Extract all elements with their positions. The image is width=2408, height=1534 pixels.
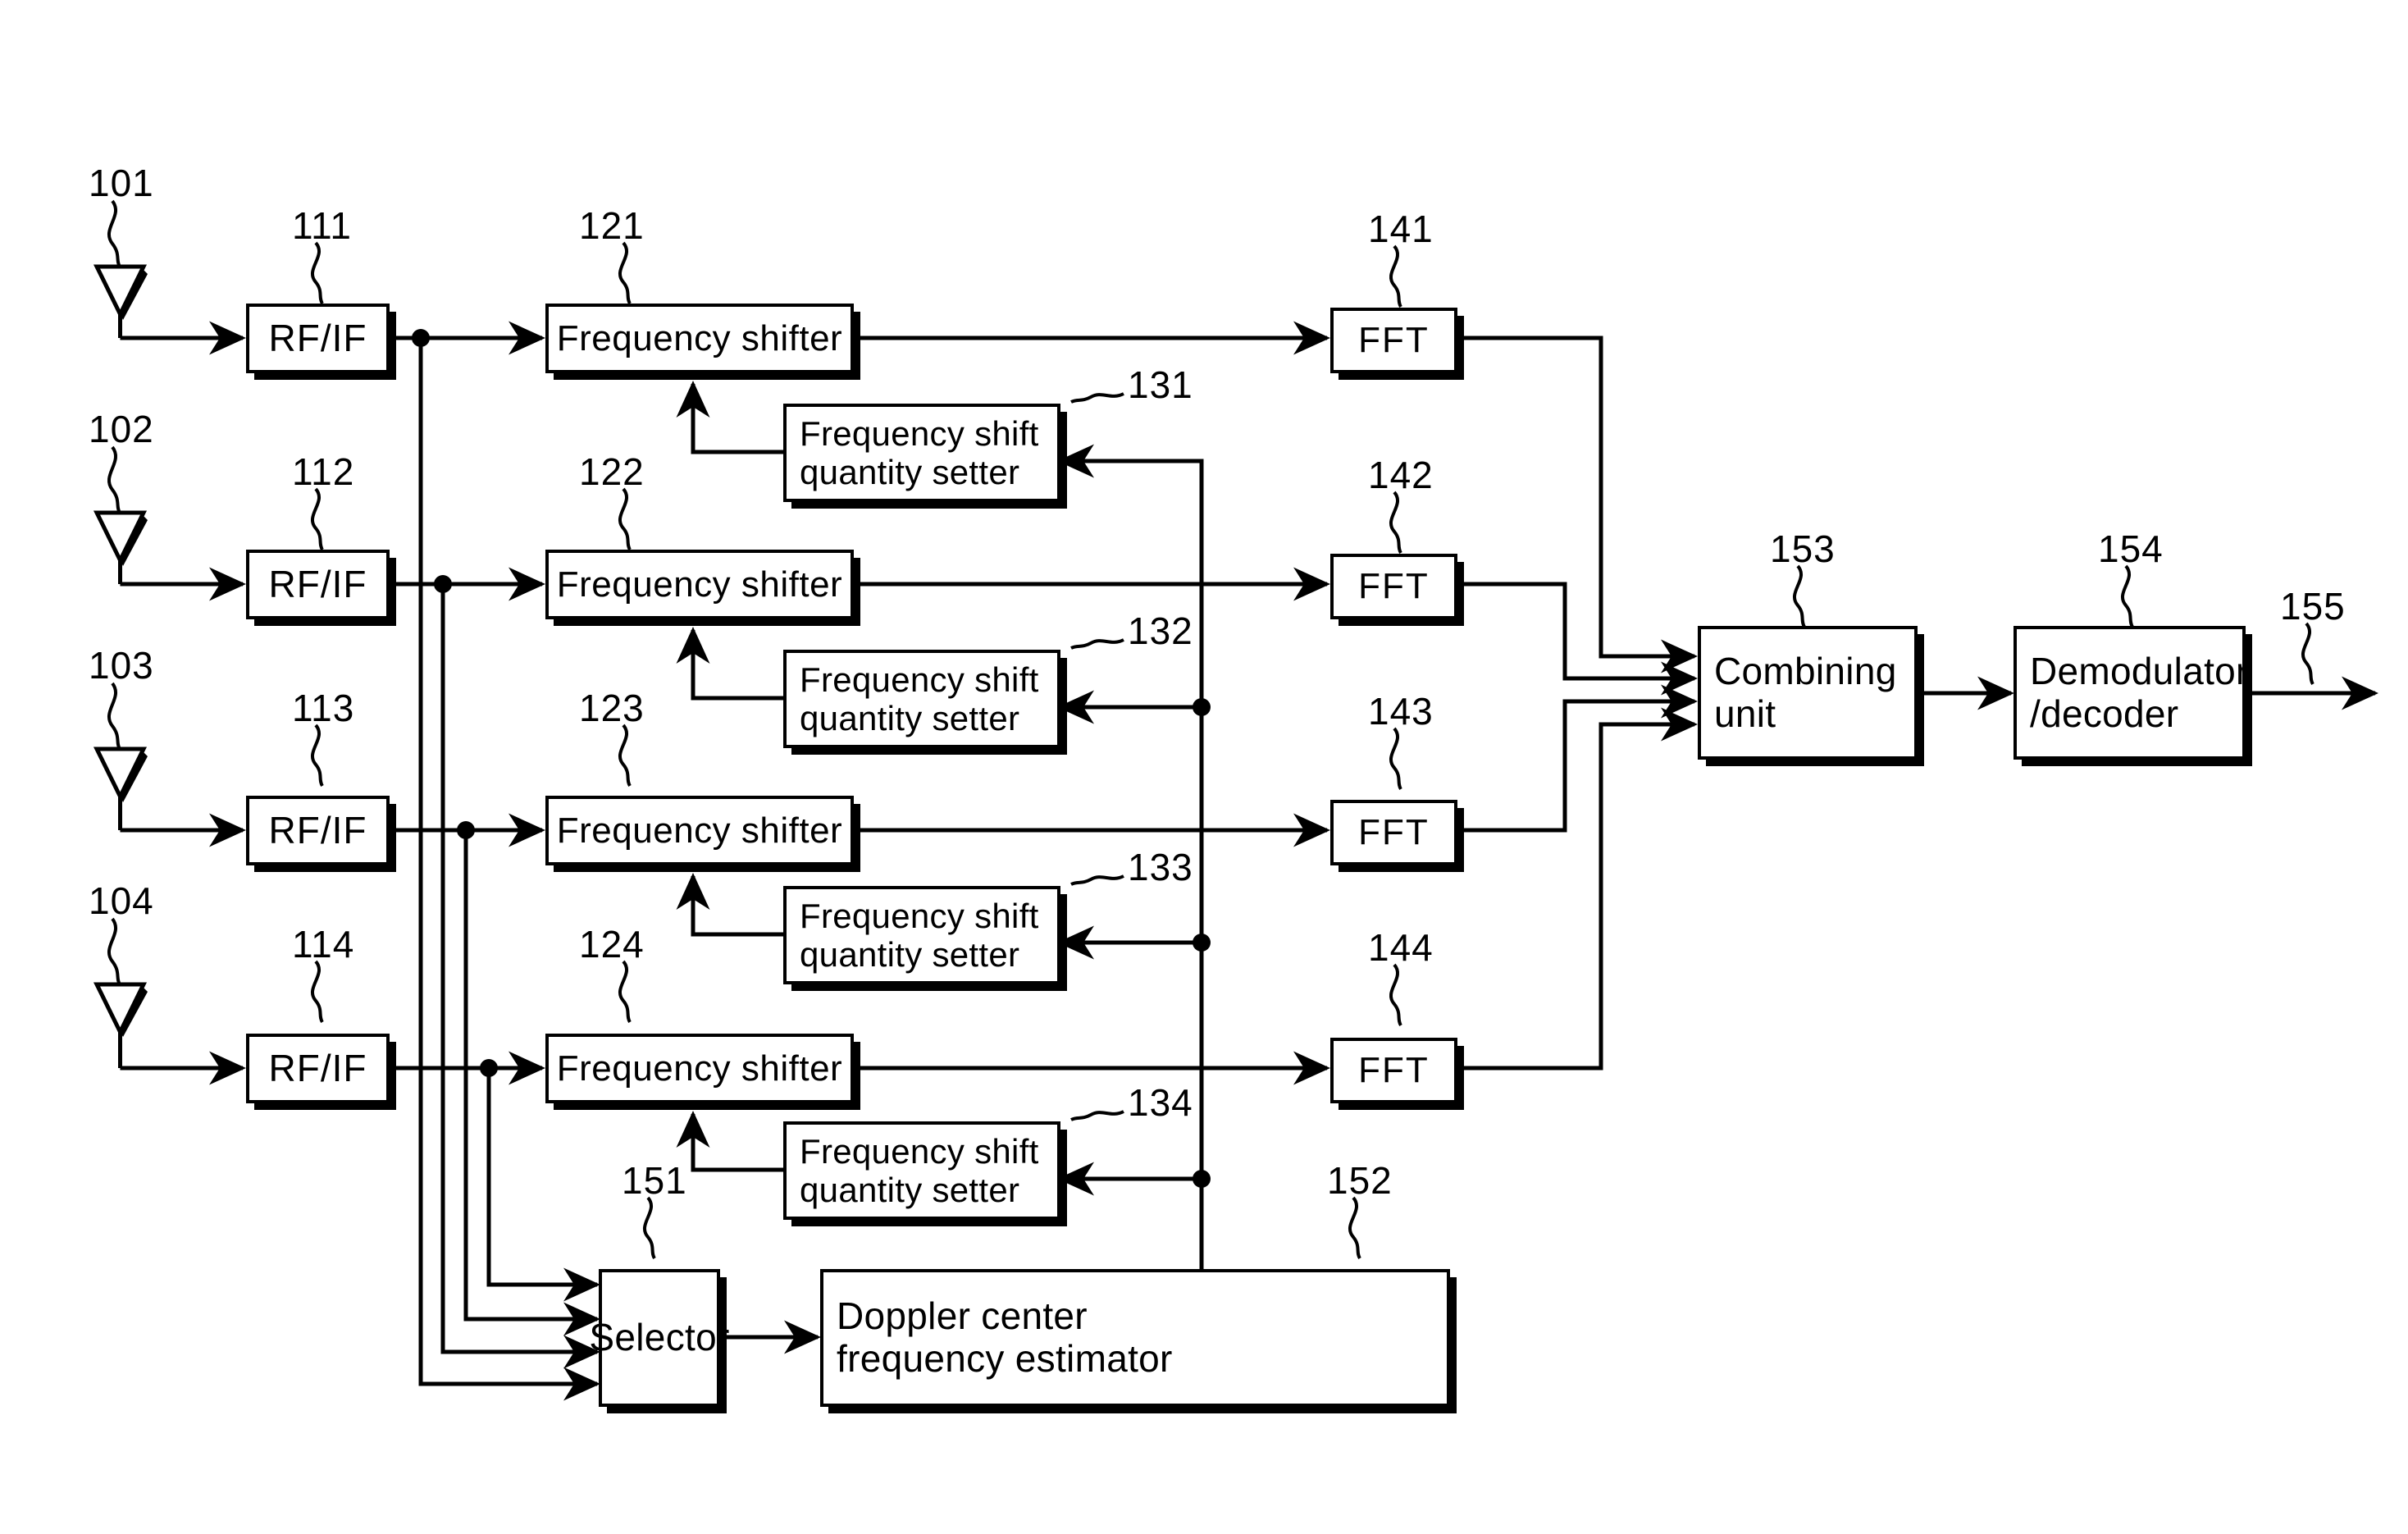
- ref-151: 151: [622, 1159, 687, 1202]
- rfif-label-111: RF/IF: [268, 316, 367, 359]
- frequency-shift-quantity-setter-134[interactable]: Frequency shift quantity setter: [783, 1121, 1060, 1220]
- fft-label-142: FFT: [1358, 566, 1430, 607]
- junction-dot-114: [480, 1059, 498, 1077]
- selector-label: Selector: [589, 1316, 730, 1359]
- reference-leader-lines: [107, 199, 2315, 1260]
- antenna-symbol-104: [93, 982, 148, 1068]
- fft-block-142[interactable]: FFT: [1330, 554, 1457, 619]
- wire-fft142-combiner: [1458, 582, 1699, 696]
- ref-122: 122: [579, 450, 645, 493]
- junction-dot-bus-132: [1193, 698, 1211, 716]
- ref-144: 144: [1368, 926, 1434, 969]
- ref-131: 131: [1128, 363, 1193, 406]
- doppler-center-frequency-estimator-152[interactable]: Doppler center frequency estimator: [820, 1269, 1450, 1407]
- rfif-label-114: RF/IF: [268, 1046, 367, 1089]
- figure-canvas: 101 102 103 104 111 112 113 114 121 122 …: [0, 0, 2408, 1534]
- ref-114: 114: [292, 923, 355, 966]
- ref-133: 133: [1128, 846, 1193, 888]
- frequency-shifter-label-124: Frequency shifter: [556, 1048, 843, 1089]
- fft-label-141: FFT: [1358, 320, 1430, 361]
- frequency-shifter-124[interactable]: Frequency shifter: [545, 1034, 854, 1103]
- ref-155: 155: [2280, 585, 2346, 628]
- ref-111: 111: [292, 204, 352, 247]
- setter-label-133: Frequency shift quantity setter: [800, 896, 1039, 974]
- rfif-label-112: RF/IF: [268, 562, 367, 605]
- ref-154: 154: [2098, 527, 2164, 570]
- antenna-symbol-103: [93, 746, 148, 830]
- rfif-block-111[interactable]: RF/IF: [246, 304, 390, 373]
- frequency-shift-quantity-setter-132[interactable]: Frequency shift quantity setter: [783, 650, 1060, 748]
- wire-fft144-combiner: [1458, 707, 1699, 1071]
- frequency-shifter-121[interactable]: Frequency shifter: [545, 304, 854, 373]
- setter-label-132: Frequency shift quantity setter: [800, 660, 1039, 737]
- junction-dot-bus-134: [1193, 1170, 1211, 1188]
- ref-113: 113: [292, 687, 355, 729]
- estimator-label: Doppler center frequency estimator: [837, 1294, 1173, 1380]
- setter-label-134: Frequency shift quantity setter: [800, 1131, 1039, 1209]
- junction-dot-113: [457, 821, 475, 839]
- ref-124: 124: [579, 923, 645, 966]
- frequency-shifter-label-121: Frequency shifter: [556, 317, 843, 358]
- selector-block-151[interactable]: Selector: [589, 1269, 729, 1407]
- wire-setter134-shifter124: [676, 1110, 783, 1172]
- ref-103: 103: [89, 644, 154, 687]
- ref-123: 123: [579, 687, 645, 729]
- rfif-block-113[interactable]: RF/IF: [246, 796, 390, 865]
- antenna-symbol-101: [93, 264, 148, 338]
- rfif-label-113: RF/IF: [268, 808, 367, 851]
- frequency-shifter-label-123: Frequency shifter: [556, 810, 843, 851]
- wire-fft141-combiner: [1458, 336, 1699, 673]
- frequency-shifter-122[interactable]: Frequency shifter: [545, 550, 854, 619]
- ref-142: 142: [1368, 454, 1434, 496]
- ref-134: 134: [1128, 1081, 1193, 1124]
- ref-101: 101: [89, 162, 154, 204]
- rfif-block-112[interactable]: RF/IF: [246, 550, 390, 619]
- junction-dot-bus-133: [1193, 934, 1211, 952]
- ref-132: 132: [1128, 609, 1193, 652]
- antenna-symbol-102: [93, 510, 148, 584]
- setter-label-131: Frequency shift quantity setter: [800, 413, 1039, 491]
- combining-unit-153[interactable]: Combining unit: [1698, 626, 1918, 760]
- wire-setter132-shifter122: [676, 626, 783, 701]
- ref-112: 112: [292, 450, 355, 493]
- junction-dot-112: [434, 575, 452, 593]
- fft-block-143[interactable]: FFT: [1330, 800, 1457, 865]
- rfif-block-114[interactable]: RF/IF: [246, 1034, 390, 1103]
- demodulator-label: Demodulator /decoder: [2030, 649, 2249, 735]
- frequency-shift-quantity-setter-133[interactable]: Frequency shift quantity setter: [783, 886, 1060, 984]
- ref-153: 153: [1770, 527, 1836, 570]
- ref-102: 102: [89, 408, 154, 450]
- ref-141: 141: [1368, 208, 1434, 250]
- fft-label-144: FFT: [1358, 1050, 1430, 1091]
- frequency-shift-quantity-setter-131[interactable]: Frequency shift quantity setter: [783, 404, 1060, 502]
- combining-unit-label: Combining unit: [1714, 649, 1897, 735]
- fft-block-141[interactable]: FFT: [1330, 308, 1457, 373]
- fft-label-143: FFT: [1358, 812, 1430, 853]
- ref-121: 121: [579, 204, 645, 247]
- wire-fft143-combiner: [1458, 684, 1699, 833]
- ref-104: 104: [89, 879, 154, 922]
- frequency-shifter-label-122: Frequency shifter: [556, 564, 843, 605]
- ref-143: 143: [1368, 690, 1434, 733]
- fft-block-144[interactable]: FFT: [1330, 1038, 1457, 1103]
- junction-dot-111: [412, 329, 430, 347]
- demodulator-decoder-154[interactable]: Demodulator /decoder: [2014, 626, 2249, 760]
- wire-setter131-shifter121: [676, 380, 783, 454]
- ref-152: 152: [1327, 1159, 1393, 1202]
- wire-setter133-shifter123: [676, 872, 783, 937]
- frequency-shifter-123[interactable]: Frequency shifter: [545, 796, 854, 865]
